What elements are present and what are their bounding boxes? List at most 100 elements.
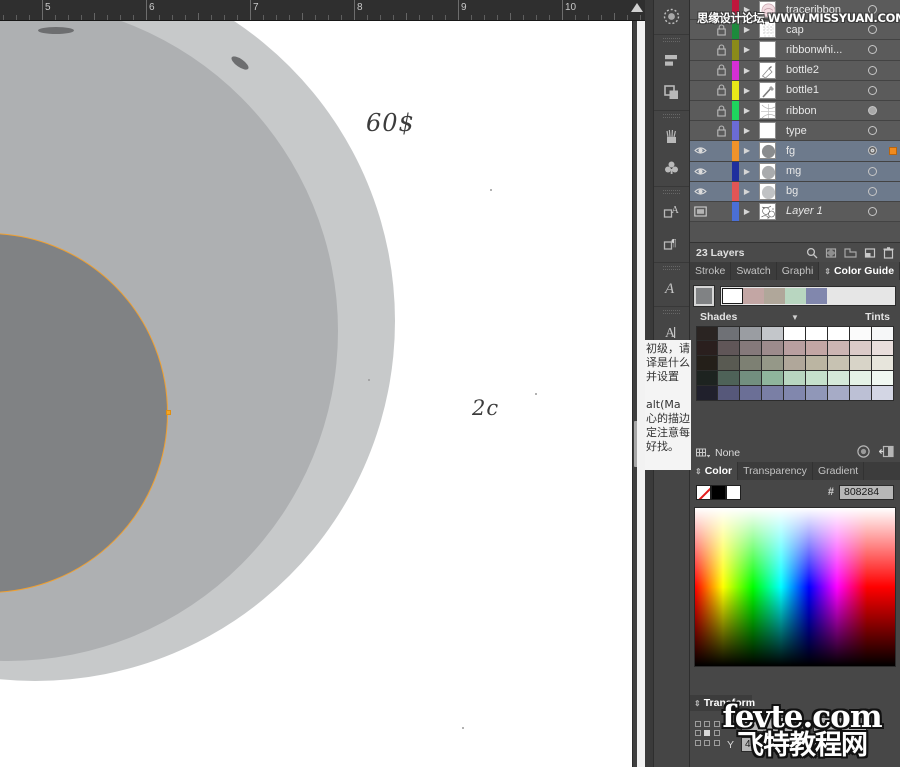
layer-row[interactable]: ▶traceribbon bbox=[690, 0, 900, 20]
color-guide-swatch[interactable] bbox=[718, 386, 740, 401]
layers-panel[interactable]: ▶traceribbon▶cap▶ribbonwhi...▶bottle2▶bo… bbox=[690, 0, 900, 262]
color-guide-swatch[interactable] bbox=[784, 386, 806, 401]
color-guide-swatch[interactable] bbox=[762, 386, 784, 401]
color-guide-swatch[interactable] bbox=[762, 341, 784, 356]
chevron-down-icon[interactable]: ▼ bbox=[791, 313, 799, 322]
ref-point[interactable] bbox=[704, 721, 710, 727]
visibility-toggle-on[interactable] bbox=[690, 186, 711, 197]
color-guide-swatch[interactable] bbox=[850, 371, 872, 386]
layer-name[interactable]: bottle1 bbox=[779, 84, 858, 96]
lock-icon[interactable] bbox=[711, 44, 732, 56]
tab-graphi[interactable]: Graphi bbox=[777, 262, 820, 280]
canvas-area[interactable]: 5678910 60$ 2c bbox=[0, 0, 645, 767]
target-indicator[interactable] bbox=[858, 207, 886, 216]
color-guide-swatch[interactable] bbox=[850, 341, 872, 356]
tab-transparency[interactable]: Transparency bbox=[738, 462, 813, 480]
character-styles-icon[interactable]: A bbox=[654, 196, 689, 228]
anchor-point-right[interactable] bbox=[166, 410, 171, 415]
white-swatch[interactable] bbox=[726, 485, 741, 500]
base-color-swatch[interactable] bbox=[694, 286, 714, 306]
layers-list[interactable]: ▶traceribbon▶cap▶ribbonwhi...▶bottle2▶bo… bbox=[690, 0, 900, 242]
glyphs-icon[interactable]: A bbox=[654, 272, 689, 304]
target-indicator[interactable] bbox=[858, 167, 886, 176]
brushes-icon[interactable] bbox=[654, 0, 689, 32]
y-input[interactable]: 4.2130 in bbox=[741, 737, 795, 752]
color-guide-swatch[interactable] bbox=[740, 326, 762, 341]
disclosure-triangle-icon[interactable]: ▶ bbox=[739, 187, 755, 196]
disclosure-triangle-icon[interactable]: ▶ bbox=[739, 106, 755, 115]
ref-point[interactable] bbox=[714, 740, 720, 746]
target-ring-icon[interactable] bbox=[868, 106, 877, 115]
dock-grip[interactable] bbox=[654, 307, 689, 316]
ref-point[interactable] bbox=[695, 740, 701, 746]
layer-name[interactable]: cap bbox=[779, 24, 858, 36]
disclosure-triangle-icon[interactable]: ▶ bbox=[739, 167, 755, 176]
layer-row[interactable]: ▶cap bbox=[690, 20, 900, 40]
black-swatch[interactable] bbox=[711, 485, 726, 500]
tab-color[interactable]: ⇕Color bbox=[690, 462, 738, 480]
color-guide-swatch[interactable] bbox=[872, 356, 894, 371]
target-ring-icon[interactable] bbox=[868, 207, 877, 216]
color-guide-swatch[interactable] bbox=[872, 341, 894, 356]
harmony-swatch[interactable] bbox=[743, 288, 764, 304]
dock-grip[interactable] bbox=[654, 35, 689, 44]
color-guide-swatch[interactable] bbox=[828, 341, 850, 356]
panel-collapse-icon[interactable]: ⇕ bbox=[824, 267, 831, 276]
make-clipping-mask-icon[interactable] bbox=[825, 247, 837, 259]
lock-icon[interactable] bbox=[711, 125, 732, 137]
create-new-layer-icon[interactable] bbox=[864, 247, 876, 259]
layer-row[interactable]: ▶fg bbox=[690, 141, 900, 161]
color-guide-swatch[interactable] bbox=[740, 341, 762, 356]
color-guide-swatch[interactable] bbox=[828, 356, 850, 371]
harmony-swatch[interactable] bbox=[806, 288, 827, 304]
disclosure-triangle-icon[interactable]: ▶ bbox=[739, 5, 755, 14]
disclosure-triangle-icon[interactable]: ▶ bbox=[739, 146, 755, 155]
color-guide-swatch[interactable] bbox=[762, 356, 784, 371]
layer-name[interactable]: bottle2 bbox=[779, 64, 858, 76]
h-input[interactable] bbox=[813, 737, 867, 752]
target-indicator[interactable] bbox=[858, 45, 886, 54]
hex-input[interactable]: 808284 bbox=[839, 485, 894, 500]
color-guide-swatch[interactable] bbox=[740, 371, 762, 386]
color-guide-swatch[interactable] bbox=[784, 371, 806, 386]
color-guide-swatch[interactable] bbox=[696, 356, 718, 371]
color-guide-swatch[interactable] bbox=[740, 386, 762, 401]
color-panel[interactable]: # 808284 bbox=[690, 480, 900, 695]
color-guide-swatch[interactable] bbox=[828, 326, 850, 341]
ref-point[interactable] bbox=[695, 721, 701, 727]
layer-row[interactable]: ▶ Layer 1 bbox=[690, 202, 900, 222]
target-ring-icon[interactable] bbox=[868, 5, 877, 14]
ref-point[interactable] bbox=[704, 740, 710, 746]
lock-icon[interactable] bbox=[711, 105, 732, 117]
color-guide-swatch[interactable] bbox=[784, 326, 806, 341]
color-guide-swatch[interactable] bbox=[850, 326, 872, 341]
color-guide-swatch[interactable] bbox=[784, 356, 806, 371]
layer-row[interactable]: ▶bottle1 bbox=[690, 81, 900, 101]
color-guide-swatch[interactable] bbox=[806, 326, 828, 341]
disclosure-triangle-icon[interactable]: ▶ bbox=[739, 45, 755, 54]
symbols-icon[interactable] bbox=[654, 152, 689, 184]
target-ring-icon[interactable] bbox=[868, 25, 877, 34]
disclosure-triangle-icon[interactable]: ▶ bbox=[739, 207, 755, 216]
color-guide-swatch[interactable] bbox=[718, 326, 740, 341]
harmony-swatch-strip[interactable] bbox=[720, 286, 896, 306]
lock-icon[interactable] bbox=[711, 84, 732, 96]
visibility-toggle-on[interactable] bbox=[690, 145, 711, 156]
harmony-swatch[interactable] bbox=[785, 288, 806, 304]
lock-icon[interactable] bbox=[711, 24, 732, 36]
color-guide-swatch[interactable] bbox=[696, 326, 718, 341]
visibility-toggle-on[interactable] bbox=[690, 166, 711, 177]
target-indicator[interactable] bbox=[858, 25, 886, 34]
color-guide-swatch[interactable] bbox=[806, 356, 828, 371]
color-guide-swatch[interactable] bbox=[872, 386, 894, 401]
harmony-swatch[interactable] bbox=[722, 288, 743, 304]
layer-name[interactable]: mg bbox=[779, 165, 858, 177]
layer-name[interactable]: Layer 1 bbox=[779, 205, 858, 217]
layer-name[interactable]: ribbonwhi... bbox=[779, 44, 858, 56]
target-indicator[interactable] bbox=[858, 106, 886, 115]
color-guide-swatch[interactable] bbox=[828, 386, 850, 401]
color-guide-swatch[interactable] bbox=[806, 371, 828, 386]
lock-icon[interactable] bbox=[711, 64, 732, 76]
hex-input-group[interactable]: # 808284 bbox=[828, 485, 894, 500]
fill-stroke-swatches[interactable] bbox=[696, 485, 741, 500]
